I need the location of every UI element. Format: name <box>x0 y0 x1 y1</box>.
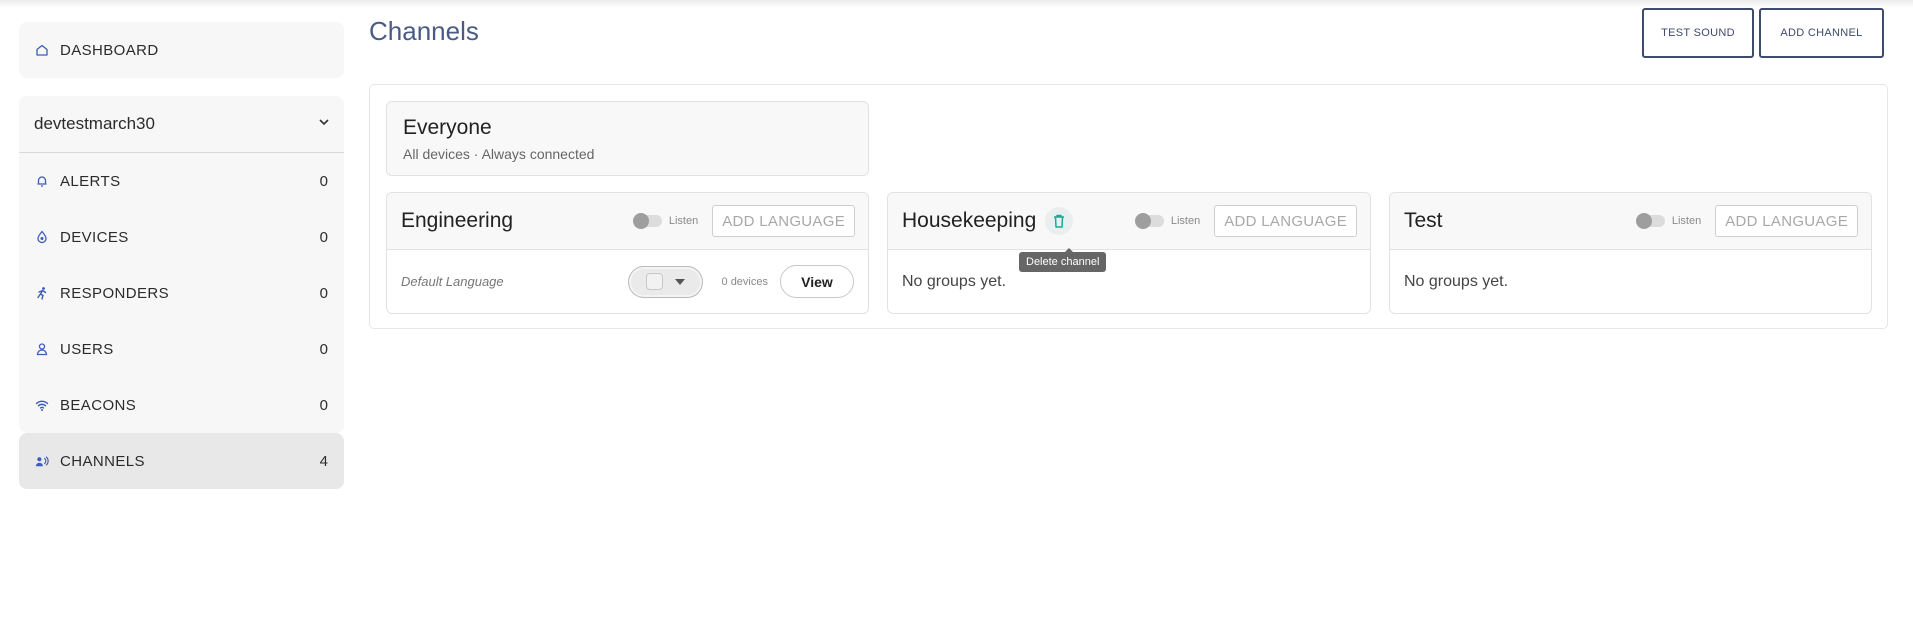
sidebar-item-count: 0 <box>319 396 328 414</box>
channel-header: Test Listen ADD LANGUAGE <box>1390 193 1871 250</box>
empty-groups-text: No groups yet. <box>902 272 1007 290</box>
listen-label: Listen <box>1170 215 1201 227</box>
sidebar-item-label: DASHBOARD <box>60 41 159 59</box>
everyone-subtitle: All devices · Always connected <box>403 146 595 162</box>
test-sound-button[interactable]: TEST SOUND <box>1642 8 1754 58</box>
add-channel-button[interactable]: ADD CHANNEL <box>1759 8 1884 58</box>
page-title: Channels <box>369 16 479 46</box>
everyone-channel-card: Everyone All devices · Always connected <box>386 101 869 176</box>
channel-title: Test <box>1404 209 1443 232</box>
broadcast-user-icon <box>35 454 49 468</box>
sidebar-nav-list: ALERTS 0 DEVICES 0 RESPONDERS 0 USERS 0 <box>19 153 344 489</box>
delete-channel-button[interactable] <box>1045 207 1074 235</box>
home-icon <box>35 43 49 57</box>
sidebar-item-dashboard[interactable]: DASHBOARD <box>19 22 344 78</box>
listen-toggle[interactable] <box>1635 213 1665 229</box>
empty-groups-text: No groups yet. <box>1404 272 1509 290</box>
language-select[interactable] <box>627 265 703 298</box>
sidebar-item-count: 0 <box>319 340 328 358</box>
delete-channel-tooltip: Delete channel <box>1019 248 1107 272</box>
sidebar-item-label: USERS <box>60 340 114 358</box>
sidebar-item-users[interactable]: USERS 0 <box>19 321 344 377</box>
listen-label: Listen <box>668 215 699 227</box>
channel-card-test: Test Listen ADD LANGUAGE No groups yet. <box>1389 192 1872 314</box>
sidebar-item-label: RESPONDERS <box>60 284 170 302</box>
channel-body: No groups yet. <box>888 250 1370 313</box>
channel-body: No groups yet. <box>1390 250 1871 313</box>
trash-icon <box>1054 214 1065 228</box>
channel-body: Default Language 0 devices View <box>387 250 868 313</box>
runner-icon <box>35 286 49 300</box>
sidebar-item-alerts[interactable]: ALERTS 0 <box>19 153 344 209</box>
channel-header: Engineering Listen ADD LANGUAGE <box>387 193 868 250</box>
bell-icon <box>35 174 49 188</box>
sidebar-item-channels[interactable]: CHANNELS 4 <box>19 433 344 489</box>
org-name: devtestmarch30 <box>34 114 155 133</box>
view-button[interactable]: View <box>780 265 854 298</box>
channel-card-engineering: Engineering Listen ADD LANGUAGE Default … <box>386 192 869 314</box>
channel-card-housekeeping: Housekeeping Delete channel Listen ADD L… <box>887 192 1371 314</box>
caret-down-icon <box>674 278 685 285</box>
listen-toggle[interactable] <box>632 213 662 229</box>
listen-toggle[interactable] <box>1134 213 1164 229</box>
add-language-button[interactable]: ADD LANGUAGE <box>712 205 855 237</box>
device-icon <box>35 230 49 244</box>
sidebar-item-count: 0 <box>319 172 328 190</box>
sidebar-item-count: 0 <box>319 228 328 246</box>
add-language-button[interactable]: ADD LANGUAGE <box>1214 205 1357 237</box>
wifi-icon <box>35 398 49 412</box>
add-language-button[interactable]: ADD LANGUAGE <box>1715 205 1858 237</box>
channel-header: Housekeeping Delete channel Listen ADD L… <box>888 193 1370 272</box>
device-count: 0 devices <box>721 275 768 288</box>
sidebar-item-label: CHANNELS <box>60 452 145 470</box>
sidebar-item-label: ALERTS <box>60 172 121 190</box>
language-flag-placeholder <box>645 273 663 290</box>
listen-label: Listen <box>1671 215 1702 227</box>
toggle-knob <box>1635 213 1652 229</box>
sidebar-item-responders[interactable]: RESPONDERS 0 <box>19 265 344 321</box>
sidebar-item-label: BEACONS <box>60 396 137 414</box>
channel-title: Housekeeping <box>902 209 1037 232</box>
org-selector[interactable]: devtestmarch30 <box>19 96 344 153</box>
sidebar-item-devices[interactable]: DEVICES 0 <box>19 209 344 265</box>
default-language-label: Default Language <box>401 274 504 289</box>
sidebar-item-label: DEVICES <box>60 228 129 246</box>
user-icon <box>35 342 49 356</box>
sidebar-item-count: 0 <box>319 284 328 302</box>
chevron-down-icon <box>318 115 330 133</box>
channel-title: Engineering <box>401 209 514 232</box>
sidebar: DASHBOARD devtestmarch30 ALERTS 0 DEVICE… <box>19 22 344 489</box>
toggle-knob <box>632 213 649 229</box>
everyone-title: Everyone <box>403 116 492 139</box>
sidebar-item-count: 4 <box>319 452 328 470</box>
sidebar-item-beacons[interactable]: BEACONS 0 <box>19 377 344 433</box>
toggle-knob <box>1134 213 1151 229</box>
top-shadow <box>0 0 1913 8</box>
